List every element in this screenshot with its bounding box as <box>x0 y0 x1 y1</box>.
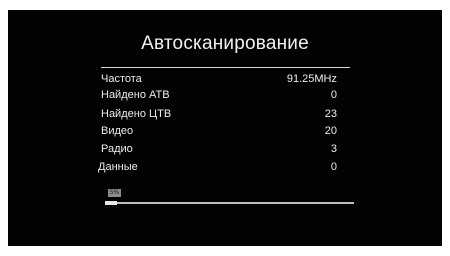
row-value: 3 <box>330 143 337 155</box>
dialog-title: Автосканирование <box>141 33 309 54</box>
row-analog-found: Найдено АТВ 0 <box>101 86 337 104</box>
row-radio: Радио 3 <box>101 140 337 158</box>
progress-fill <box>105 201 118 205</box>
row-value: 0 <box>330 89 337 101</box>
row-label: Видео <box>101 125 134 137</box>
progress-track <box>105 202 354 204</box>
title-divider <box>101 67 350 68</box>
row-label: Найдено АТВ <box>101 89 170 101</box>
row-label: Данные <box>98 161 138 173</box>
progress-percent-badge: 5% <box>108 189 121 197</box>
row-value: 20 <box>324 125 337 137</box>
row-label: Найдено ЦТВ <box>101 108 172 120</box>
row-value: 0 <box>330 161 337 173</box>
row-data: Данные 0 <box>98 158 337 176</box>
row-value: 23 <box>324 108 337 120</box>
row-video: Видео 20 <box>101 122 337 140</box>
scan-progress-bar: 5% <box>105 189 354 207</box>
row-label: Радио <box>101 143 133 155</box>
row-digital-found: Найдено ЦТВ 23 <box>101 105 337 123</box>
